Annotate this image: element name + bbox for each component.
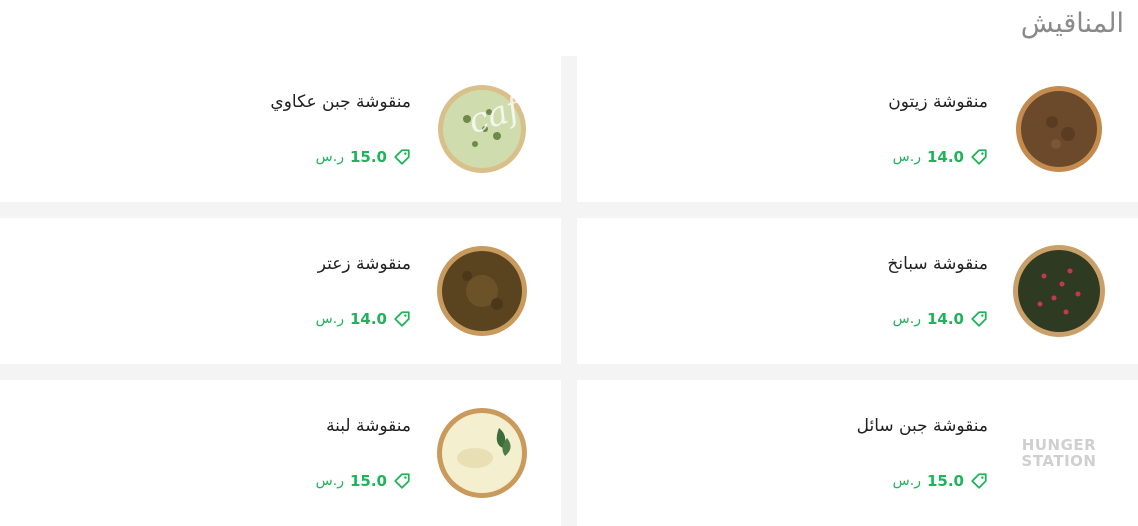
food-image-labneh xyxy=(427,398,537,508)
item-name: منقوشة جبن سائل xyxy=(856,416,988,436)
menu-item-card[interactable]: منقوشة لبنة 15.0 ر.س xyxy=(0,380,561,526)
price-currency: ر.س xyxy=(315,149,344,165)
item-name: منقوشة سبانخ xyxy=(887,254,988,274)
price-value: 14.0 xyxy=(926,310,964,328)
item-price: 15.0 ر.س xyxy=(893,472,988,490)
item-name: منقوشة لبنة xyxy=(326,416,411,436)
price-tag-icon xyxy=(970,148,988,166)
logo-line-2: STATION xyxy=(1021,452,1097,470)
food-image-zaatar-oil xyxy=(1004,74,1114,184)
item-name: منقوشة جبن عكاوي xyxy=(270,92,411,112)
food-image-akkawi-cheese xyxy=(427,74,537,184)
price-currency: ر.س xyxy=(892,311,921,327)
price-value: 15.0 xyxy=(926,472,964,490)
menu-item-card[interactable]: منقوشة زعتر 14.0 ر.س xyxy=(0,218,561,364)
item-name: منقوشة زعتر xyxy=(317,254,411,274)
item-name: منقوشة زيتون xyxy=(888,92,988,112)
price-tag-icon xyxy=(393,310,411,328)
price-value: 14.0 xyxy=(349,310,387,328)
price-currency: ر.س xyxy=(315,311,344,327)
hungerstation-logo: HUNGER STATION xyxy=(1004,398,1114,508)
item-price: 15.0 ر.س xyxy=(316,148,411,166)
menu-item-card[interactable]: HUNGER STATION منقوشة جبن سائل 15.0 ر.س xyxy=(577,380,1138,526)
item-price: 14.0 ر.س xyxy=(893,310,988,328)
price-value: 14.0 xyxy=(926,148,964,166)
item-price: 14.0 ر.س xyxy=(893,148,988,166)
menu-item-card[interactable]: منقوشة زيتون 14.0 ر.س xyxy=(577,56,1138,202)
price-value: 15.0 xyxy=(349,472,387,490)
price-tag-icon xyxy=(393,472,411,490)
menu-item-card[interactable]: منقوشة جبن عكاوي 15.0 ر.س xyxy=(0,56,561,202)
price-tag-icon xyxy=(393,148,411,166)
section-header: المناقيش xyxy=(0,0,1138,56)
price-currency: ر.س xyxy=(892,149,921,165)
price-value: 15.0 xyxy=(349,148,387,166)
logo-line-1: HUNGER xyxy=(1021,436,1097,454)
food-image-spinach xyxy=(1004,236,1114,346)
food-image-zaatar xyxy=(427,236,537,346)
menu-item-card[interactable]: منقوشة سبانخ 14.0 ر.س xyxy=(577,218,1138,364)
section-title: المناقيش xyxy=(1020,8,1124,39)
price-tag-icon xyxy=(970,472,988,490)
item-price: 14.0 ر.س xyxy=(316,310,411,328)
price-tag-icon xyxy=(970,310,988,328)
price-currency: ر.س xyxy=(315,473,344,489)
price-currency: ر.س xyxy=(892,473,921,489)
item-price: 15.0 ر.س xyxy=(316,472,411,490)
